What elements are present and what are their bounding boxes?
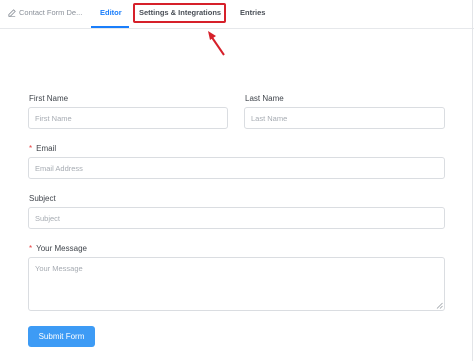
required-marker: * <box>29 144 33 153</box>
tab-entries[interactable]: Entries <box>240 8 265 17</box>
edit-icon <box>8 8 16 17</box>
annotation-arrow-icon <box>208 31 225 56</box>
email-label: * Email <box>29 144 57 153</box>
subject-input[interactable] <box>28 207 445 229</box>
active-tab-indicator <box>91 26 129 28</box>
form-title-breadcrumb[interactable]: Contact Form De... <box>8 8 82 17</box>
annotation-highlight-box <box>133 3 226 23</box>
subject-label: Subject <box>29 194 56 203</box>
first-name-label: First Name <box>29 94 69 103</box>
top-tab-bar: Contact Form De... Editor Settings & Int… <box>0 0 474 29</box>
resize-handle-icon[interactable] <box>436 302 443 309</box>
tab-editor[interactable]: Editor <box>100 8 122 17</box>
last-name-label: Last Name <box>245 94 284 103</box>
email-input[interactable] <box>28 157 445 179</box>
submit-form-button[interactable]: Submit Form <box>28 326 95 347</box>
first-name-input[interactable] <box>28 107 228 129</box>
message-label: * Your Message <box>29 244 87 253</box>
panel-divider <box>472 0 473 361</box>
message-textarea[interactable] <box>28 257 445 311</box>
form-title: Contact Form De... <box>19 8 83 17</box>
last-name-input[interactable] <box>244 107 445 129</box>
required-marker: * <box>29 244 33 253</box>
